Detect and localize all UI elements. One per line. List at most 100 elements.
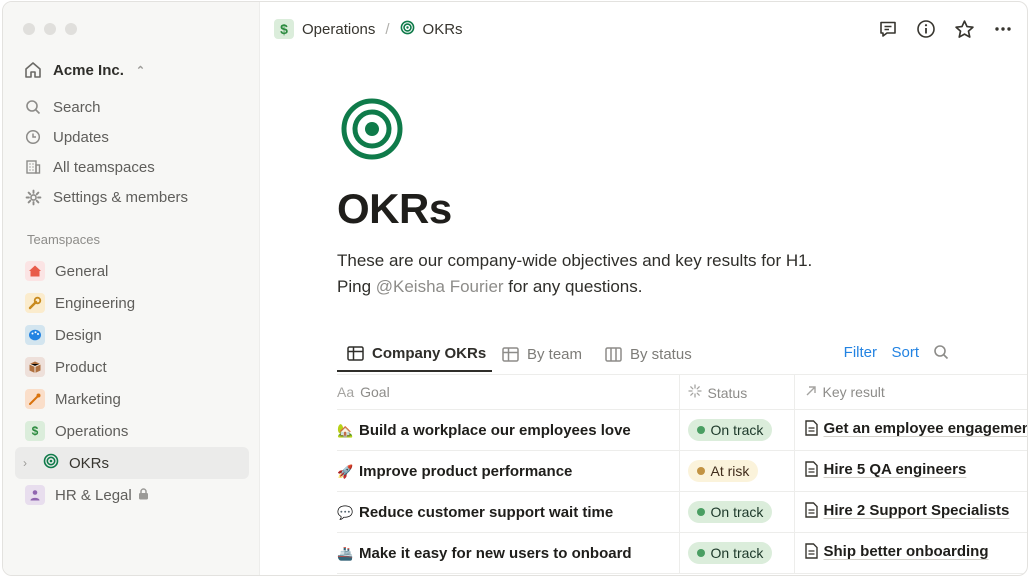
column-label: Key result (823, 384, 885, 400)
chevron-updown-icon: ⌃ (136, 64, 145, 77)
breadcrumb-separator: / (385, 21, 389, 38)
sidebar-item-label: Marketing (55, 391, 121, 408)
status-cell[interactable]: On track (679, 533, 794, 574)
tab-company-okrs[interactable]: Company OKRs (337, 336, 492, 372)
sidebar-item-label: All teamspaces (53, 159, 155, 176)
sidebar-item-engineering[interactable]: Engineering (15, 287, 249, 319)
column-header-key-result[interactable]: Key result (794, 375, 1028, 410)
key-result-link[interactable]: Get an employee engagement (824, 420, 1028, 437)
key-result-cell[interactable]: Hire 5 QA engineers (794, 451, 1028, 492)
tab-by-team[interactable]: By team (502, 336, 582, 372)
column-header-goal[interactable]: AaGoal (337, 375, 679, 410)
description-text: Ping (337, 277, 376, 296)
key-result-cell[interactable]: Get an employee engagement (794, 410, 1028, 451)
table-row[interactable]: 💬Reduce customer support wait time On tr… (337, 492, 1028, 533)
sidebar-item-label: General (55, 263, 108, 280)
star-icon[interactable] (954, 19, 975, 40)
breadcrumb-current[interactable]: OKRs (423, 21, 463, 38)
page-title[interactable]: OKRs (337, 185, 452, 233)
sidebar-item-general[interactable]: General (15, 255, 249, 287)
chevron-right-icon[interactable]: › (23, 456, 33, 470)
sidebar-item-product[interactable]: Product (15, 351, 249, 383)
dollar-icon: $ (274, 19, 294, 39)
sidebar-item-label: Product (55, 359, 107, 376)
sidebar-item-updates[interactable]: Updates (23, 122, 249, 152)
sidebar-item-search[interactable]: Search (23, 92, 249, 122)
sidebar-item-label: Design (55, 327, 102, 344)
goal-cell[interactable]: 🏡Build a workplace our employees love (337, 410, 679, 451)
page-description[interactable]: These are our company-wide objectives an… (337, 248, 812, 300)
sidebar-item-label: Engineering (55, 295, 135, 312)
status-cell[interactable]: At risk (679, 451, 794, 492)
status-cell[interactable]: On track (679, 492, 794, 533)
status-badge: At risk (688, 460, 759, 482)
sidebar-item-settings[interactable]: Settings & members (23, 182, 249, 212)
key-result-cell[interactable]: Ship better onboarding (794, 533, 1028, 574)
sidebar-item-all-teamspaces[interactable]: All teamspaces (23, 152, 249, 182)
palette-icon (25, 325, 45, 345)
box-icon (25, 357, 45, 377)
sidebar-item-label: Search (53, 99, 101, 116)
user-mention[interactable]: @Keisha Fourier (376, 277, 504, 296)
key-result-link[interactable]: Ship better onboarding (824, 543, 989, 560)
table-row[interactable]: 🚀Improve product performance At risk Hir… (337, 451, 1028, 492)
goal-cell[interactable]: 🚀Improve product performance (337, 451, 679, 492)
goal-cell[interactable]: 💬Reduce customer support wait time (337, 492, 679, 533)
maximize-window-button[interactable] (65, 23, 77, 35)
tab-label: By status (630, 346, 692, 363)
document-icon (805, 420, 818, 440)
gear-icon (23, 187, 43, 207)
sidebar-item-okrs[interactable]: › OKRs (15, 447, 249, 479)
more-icon[interactable] (993, 19, 1013, 39)
person-icon (25, 485, 45, 505)
speech-bubble-emoji-icon: 💬 (337, 505, 353, 521)
status-badge: On track (688, 501, 773, 523)
target-icon[interactable] (340, 97, 404, 166)
filter-button[interactable]: Filter (844, 344, 877, 361)
tab-label: Company OKRs (372, 345, 486, 362)
tab-by-status[interactable]: By status (605, 336, 692, 372)
sidebar-item-design[interactable]: Design (15, 319, 249, 351)
sidebar-item-operations[interactable]: $ Operations (15, 415, 249, 447)
teamspace-list: General Engineering Design Product Marke… (15, 255, 249, 511)
workspace-switcher[interactable]: Acme Inc. ⌃ (23, 60, 145, 80)
text-property-icon: Aa (337, 384, 354, 400)
sidebar-item-hr-legal[interactable]: HR & Legal (15, 479, 249, 511)
key-result-link[interactable]: Hire 5 QA engineers (824, 461, 967, 478)
info-icon[interactable] (916, 19, 936, 39)
table-header-row: AaGoal Status Key result (337, 375, 1028, 410)
key-result-link[interactable]: Hire 2 Support Specialists (824, 502, 1010, 519)
goal-text: Build a workplace our employees love (359, 422, 631, 439)
document-icon (805, 461, 818, 481)
building-icon (23, 157, 43, 177)
sidebar-item-label: OKRs (69, 455, 109, 472)
key-result-cell[interactable]: Hire 2 Support Specialists (794, 492, 1028, 533)
table-row[interactable]: 🏡Build a workplace our employees love On… (337, 410, 1028, 451)
close-window-button[interactable] (23, 23, 35, 35)
teamspaces-heading: Teamspaces (27, 232, 100, 247)
goal-cell[interactable]: 🚢Make it easy for new users to onboard (337, 533, 679, 574)
column-header-status[interactable]: Status (679, 375, 794, 410)
minimize-window-button[interactable] (44, 23, 56, 35)
workspace-name: Acme Inc. (53, 62, 124, 79)
sidebar-item-label: HR & Legal (55, 487, 132, 504)
status-cell[interactable]: On track (679, 410, 794, 451)
page-actions (878, 19, 1013, 40)
search-icon[interactable] (933, 344, 949, 365)
breadcrumb-parent[interactable]: Operations (302, 21, 375, 38)
relation-arrow-icon (805, 384, 817, 400)
view-tabs: Company OKRs By team By status Filter So… (337, 336, 1027, 375)
status-property-icon (688, 384, 702, 401)
sidebar-item-label: Settings & members (53, 189, 188, 206)
goal-text: Improve product performance (359, 463, 572, 480)
ship-emoji-icon: 🚢 (337, 546, 353, 562)
window-controls (23, 23, 77, 35)
sidebar-item-label: Updates (53, 129, 109, 146)
tab-label: By team (527, 346, 582, 363)
sort-button[interactable]: Sort (891, 344, 919, 361)
wrench-icon (25, 293, 45, 313)
target-icon (400, 20, 415, 39)
sidebar-item-marketing[interactable]: Marketing (15, 383, 249, 415)
comment-icon[interactable] (878, 19, 898, 39)
table-row[interactable]: 🚢Make it easy for new users to onboard O… (337, 533, 1028, 574)
